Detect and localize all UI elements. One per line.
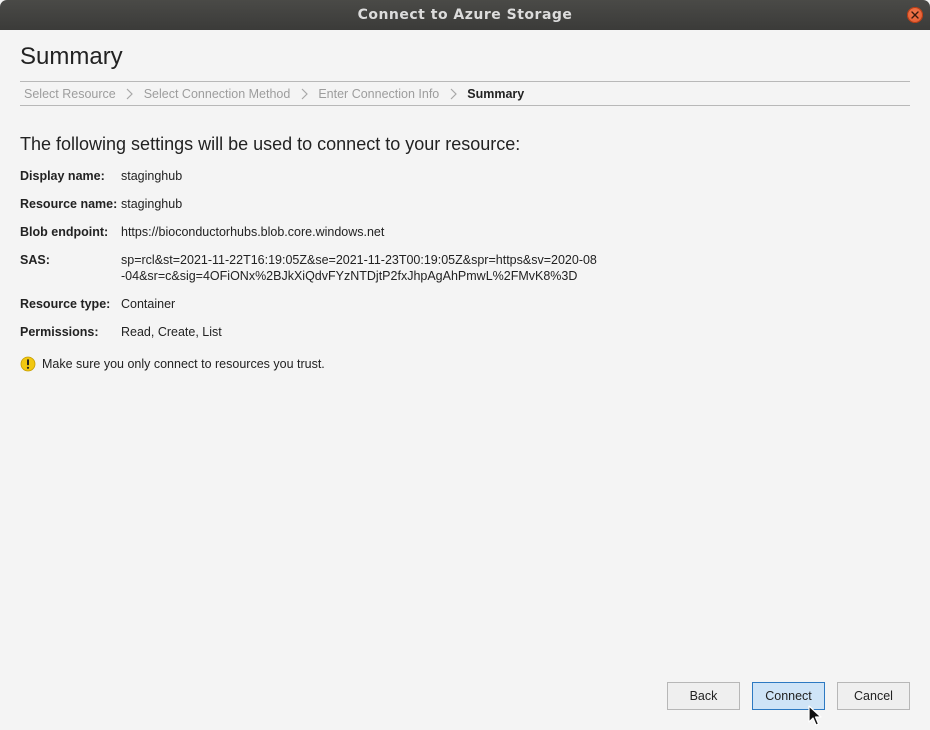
window-titlebar: Connect to Azure Storage	[0, 0, 930, 30]
close-icon	[911, 11, 919, 19]
close-window-button[interactable]	[907, 7, 923, 23]
warning-icon	[20, 356, 36, 372]
resource-name-value: staginghub	[121, 197, 183, 211]
wizard-step-select-connection-method: Select Connection Method	[143, 86, 291, 101]
chevron-right-icon	[116, 88, 144, 100]
blob-endpoint-label: Blob endpoint:	[20, 225, 109, 239]
wizard-breadcrumb: Select Resource Select Connection Method…	[20, 81, 910, 106]
wizard-step-select-resource: Select Resource	[24, 86, 116, 101]
resource-type-value: Container	[121, 297, 176, 311]
sas-value: sp=rcl&st=2021-11-22T16:19:05Z&se=2021-1…	[121, 253, 597, 283]
chevron-right-icon	[290, 88, 318, 100]
window-title: Connect to Azure Storage	[357, 7, 573, 23]
chevron-right-icon	[439, 88, 467, 100]
warning-text: Make sure you only connect to resources …	[42, 357, 325, 371]
back-button[interactable]: Back	[667, 682, 740, 710]
permissions-value: Read, Create, List	[121, 325, 222, 339]
resource-name-label: Resource name:	[20, 197, 118, 211]
cancel-button[interactable]: Cancel	[837, 682, 910, 710]
wizard-step-enter-connection-info: Enter Connection Info	[318, 86, 440, 101]
wizard-step-summary: Summary	[467, 86, 525, 101]
mouse-pointer-icon	[808, 705, 822, 726]
summary-intro: The following settings will be used to c…	[20, 134, 521, 154]
permissions-label: Permissions:	[20, 325, 99, 339]
sas-label: SAS:	[20, 253, 50, 267]
blob-endpoint-value: https://bioconductorhubs.blob.core.windo…	[121, 225, 385, 239]
trust-warning: Make sure you only connect to resources …	[20, 356, 325, 372]
resource-type-label: Resource type:	[20, 297, 111, 311]
display-name-value: staginghub	[121, 169, 183, 183]
page-title: Summary	[20, 43, 123, 70]
display-name-label: Display name:	[20, 169, 105, 183]
